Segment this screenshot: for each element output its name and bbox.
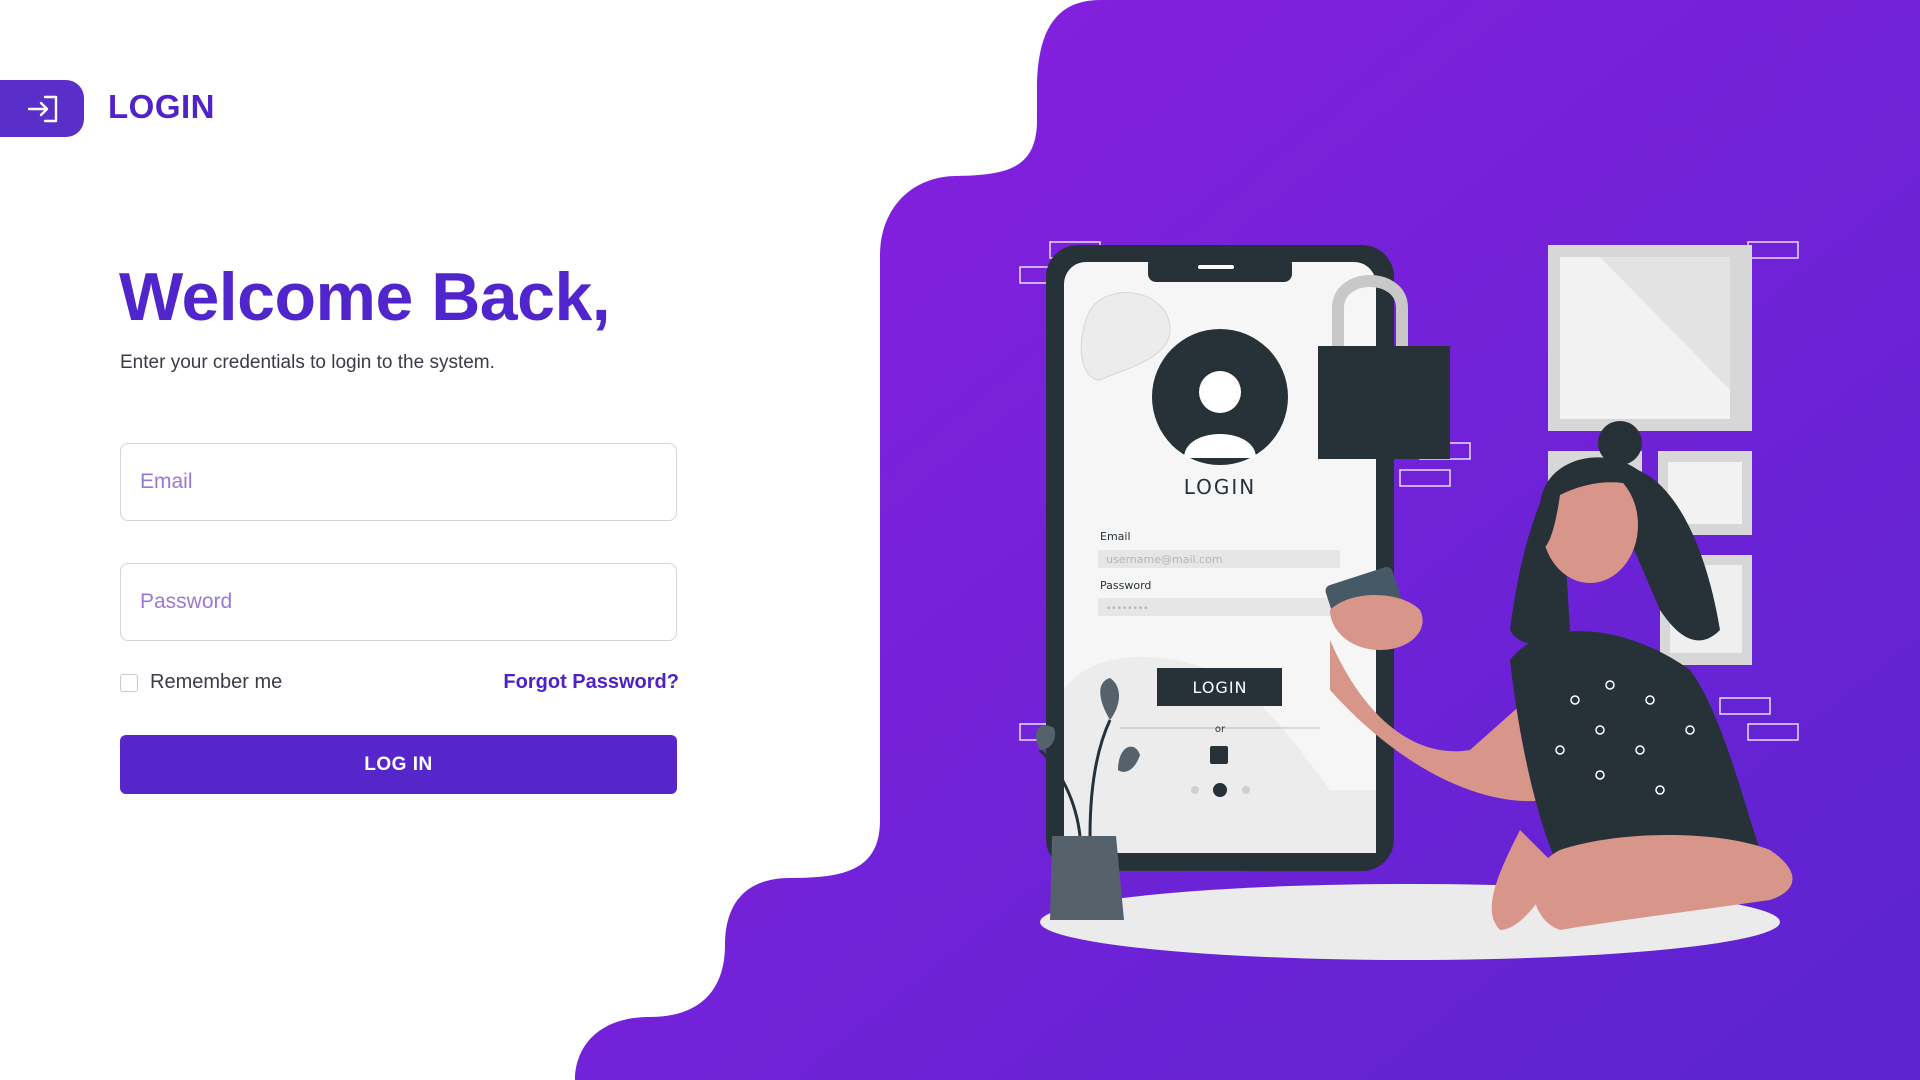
phone-password-label: Password [1100, 579, 1151, 592]
remember-me-checkbox[interactable] [120, 673, 138, 692]
phone-email-label: Email [1100, 530, 1131, 543]
forgot-password-link[interactable]: Forgot Password? [503, 671, 679, 694]
login-badge [0, 80, 84, 137]
login-subtitle: Enter your credentials to login to the s… [120, 352, 495, 373]
password-field[interactable] [120, 563, 677, 641]
welcome-heading: Welcome Back, [119, 259, 611, 335]
login-button[interactable]: LOG IN [120, 735, 677, 794]
phone-or-label: or [1215, 724, 1226, 735]
facebook-icon [1210, 746, 1228, 764]
padlock-icon [1318, 346, 1450, 459]
remember-me-label: Remember me [150, 671, 283, 693]
phone-login-button: LOGIN [1192, 678, 1247, 697]
email-field[interactable] [120, 443, 677, 521]
login-arrow-icon [27, 95, 58, 122]
header-title: LOGIN [108, 88, 215, 125]
phone-password-mask: •••••••• [1106, 604, 1148, 614]
phone-email-placeholder: username@mail.com [1106, 553, 1223, 566]
remember-me[interactable]: Remember me [120, 671, 282, 694]
phone-login-title: LOGIN [1184, 475, 1257, 499]
login-illustration: LOGIN Email username@mail.com Password •… [1019, 241, 1799, 960]
